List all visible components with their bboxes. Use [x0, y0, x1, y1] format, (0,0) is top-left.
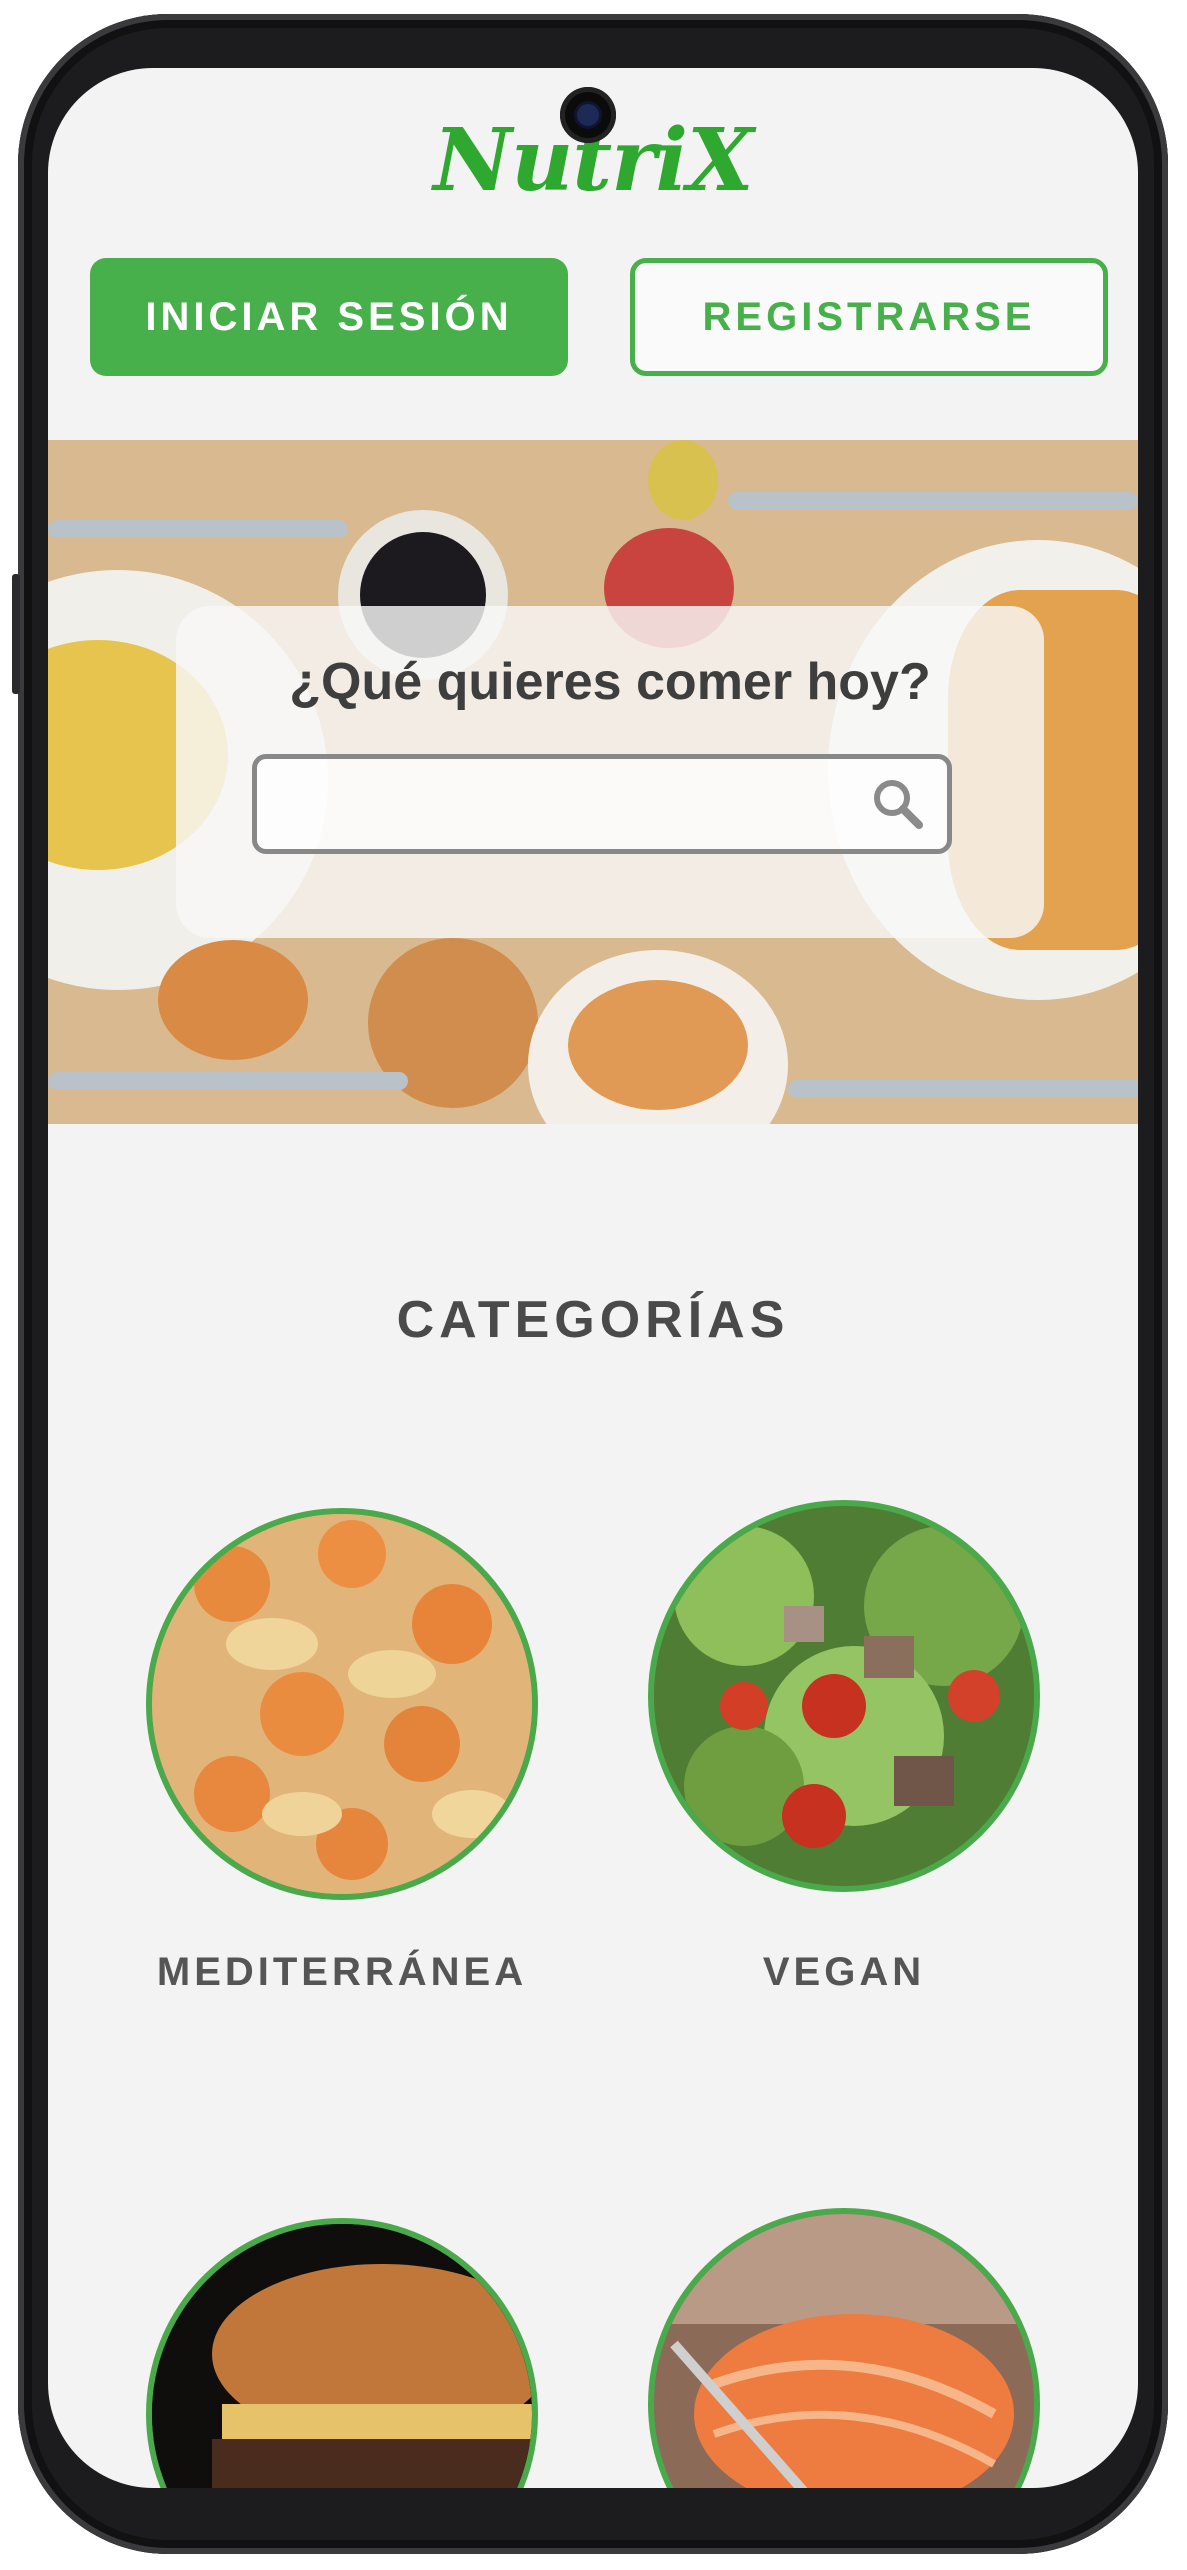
fork-image	[48, 520, 348, 538]
burger-icon	[152, 2224, 532, 2488]
category-sushi-image[interactable]	[648, 2208, 1040, 2488]
knife-bottom-image	[48, 1072, 408, 1090]
search-card: ¿Qué quieres comer hoy?	[176, 606, 1044, 938]
banana-image	[648, 440, 718, 520]
register-button[interactable]: REGISTRARSE	[630, 258, 1108, 376]
category-label-mediterranea[interactable]: MEDITERRÁNEA	[92, 1950, 592, 1995]
volume-button	[12, 574, 20, 694]
hero-banner: ¿Qué quieres comer hoy?	[48, 440, 1138, 1124]
pancakes-image	[158, 940, 308, 1060]
front-camera	[560, 87, 616, 143]
category-label-vegan[interactable]: VEGAN	[594, 1950, 1094, 1995]
knife-image	[728, 492, 1138, 510]
search-title: ¿Qué quieres comer hoy?	[289, 653, 931, 711]
salad-icon	[654, 1506, 1034, 1886]
sushi-icon	[654, 2214, 1034, 2488]
fruit-image	[568, 980, 748, 1110]
app-screen: NutriX INICIAR SESIÓN REGISTRARSE ¿Qué q…	[48, 68, 1138, 2488]
category-mediterranea-image[interactable]	[146, 1508, 538, 1900]
search-input[interactable]	[257, 759, 879, 851]
category-burger-image[interactable]	[146, 2218, 538, 2488]
categories-title: CATEGORÍAS	[396, 1291, 790, 1349]
search-box	[252, 754, 952, 854]
search-icon[interactable]	[869, 775, 927, 833]
category-vegan-image[interactable]	[648, 1500, 1040, 1892]
fork-bottom-image	[788, 1080, 1138, 1098]
shrimp-pasta-icon	[152, 1514, 532, 1894]
login-button[interactable]: INICIAR SESIÓN	[90, 258, 568, 376]
